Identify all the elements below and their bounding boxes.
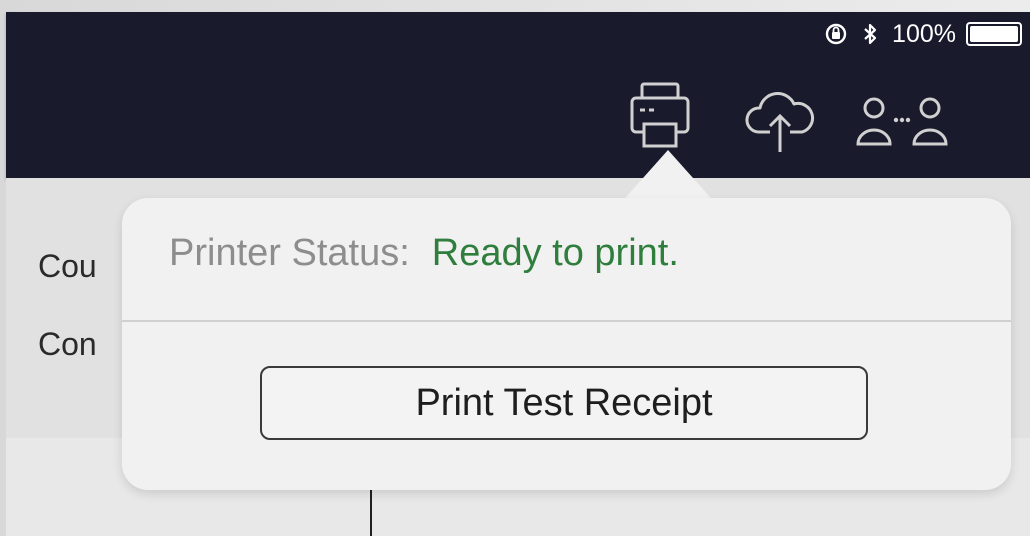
printer-icon[interactable] — [628, 80, 692, 157]
printer-status-value: Ready to print. — [431, 232, 679, 274]
cloud-upload-icon[interactable] — [742, 84, 818, 159]
battery-percentage: 100% — [892, 19, 956, 48]
battery-icon — [966, 22, 1026, 46]
printer-status-label: Printer Status: — [169, 232, 410, 274]
printer-status-popover: Printer Status: Ready to print. Print Tes… — [122, 198, 1011, 490]
orientation-lock-icon — [824, 22, 848, 46]
connected-users-icon[interactable] — [856, 94, 948, 153]
settings-row-label[interactable]: Cou — [38, 248, 97, 285]
status-bar: 100% — [824, 16, 1026, 52]
printer-status-line: Printer Status: Ready to print. — [169, 232, 679, 275]
popover-divider — [122, 320, 1011, 322]
print-test-receipt-button[interactable]: Print Test Receipt — [260, 366, 868, 440]
bluetooth-icon — [858, 22, 882, 46]
settings-row-label[interactable]: Con — [38, 326, 97, 363]
